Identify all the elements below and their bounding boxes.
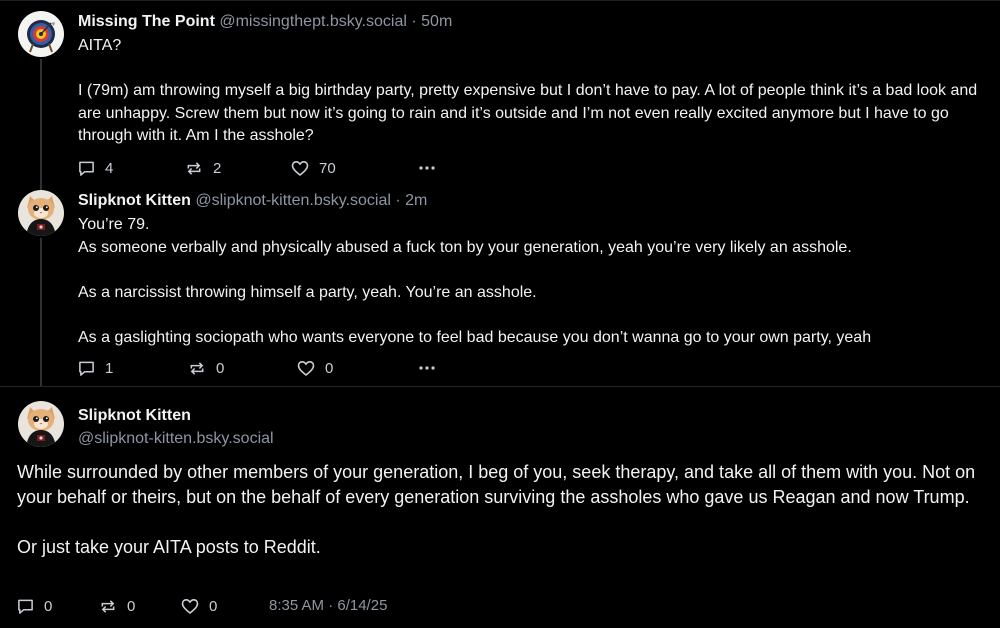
kitten-photo-icon bbox=[18, 401, 64, 447]
avatar-slipknot-kitten[interactable] bbox=[18, 401, 64, 447]
repost-button[interactable]: 0 bbox=[99, 596, 135, 616]
main-post-paragraph: While surrounded by other members of you… bbox=[17, 462, 976, 507]
thread-line bbox=[40, 59, 42, 190]
like-button[interactable]: 70 bbox=[291, 158, 336, 178]
thread-line bbox=[40, 238, 42, 386]
post-time[interactable]: 2m bbox=[405, 192, 427, 209]
reply-button[interactable]: 4 bbox=[78, 158, 113, 178]
repost-arrows-icon bbox=[187, 161, 201, 175]
avatar-missing-the-point[interactable] bbox=[18, 11, 64, 57]
top-divider bbox=[0, 0, 1000, 1]
speech-bubble-icon bbox=[18, 599, 33, 614]
heart-icon bbox=[291, 160, 309, 176]
post-body: You’re 79. As someone verbally and physi… bbox=[78, 214, 984, 349]
main-author-name[interactable]: Slipknot Kitten bbox=[78, 406, 191, 426]
reply-count: 0 bbox=[44, 597, 53, 615]
post-time[interactable]: 50m bbox=[421, 13, 452, 30]
archery-target-icon bbox=[18, 11, 64, 57]
author-handle[interactable]: @missingthept.bsky.social bbox=[219, 13, 407, 30]
like-button[interactable]: 0 bbox=[297, 358, 333, 378]
post-body: AITA? I (79m) am throwing myself a big b… bbox=[78, 35, 984, 148]
heart-icon bbox=[297, 360, 315, 376]
kitten-photo-icon bbox=[18, 190, 64, 236]
author-name[interactable]: Slipknot Kitten bbox=[78, 192, 191, 209]
post-paragraph: You’re 79. bbox=[78, 216, 150, 233]
post-paragraph: As a narcissist throwing himself a party… bbox=[78, 283, 537, 301]
ellipsis-icon bbox=[419, 166, 435, 170]
reply-button[interactable]: 1 bbox=[78, 358, 113, 378]
post-thread-view: Missing The Point @missingthept.bsky.soc… bbox=[0, 0, 1000, 628]
reply-count: 4 bbox=[105, 159, 114, 177]
thread-divider bbox=[0, 386, 1000, 387]
repost-arrows-icon bbox=[101, 599, 115, 613]
heart-icon bbox=[181, 598, 199, 614]
main-post-actions: 0 0 0 8:35 AM · 6/14/25 bbox=[17, 596, 985, 616]
post-paragraph: As a gaslighting sociopath who wants eve… bbox=[78, 328, 872, 346]
more-options-button[interactable] bbox=[419, 158, 435, 178]
avatar-slipknot-kitten[interactable] bbox=[18, 190, 64, 236]
separator: · bbox=[411, 13, 417, 30]
repost-arrows-icon bbox=[190, 361, 204, 375]
like-button[interactable]: 0 bbox=[181, 596, 217, 616]
like-count: 0 bbox=[325, 359, 334, 377]
more-options-button[interactable] bbox=[419, 358, 435, 378]
repost-count: 0 bbox=[127, 597, 136, 615]
repost-count: 2 bbox=[213, 159, 222, 177]
main-post-paragraph: Or just take your AITA posts to Reddit. bbox=[17, 537, 321, 557]
ellipsis-icon bbox=[419, 366, 435, 370]
post-header: Missing The Point @missingthept.bsky.soc… bbox=[78, 12, 452, 32]
author-handle[interactable]: @slipknot-kitten.bsky.social bbox=[195, 192, 391, 209]
post-actions: 1 0 0 bbox=[78, 358, 984, 378]
post-paragraph: I (79m) am throwing myself a big birthda… bbox=[78, 82, 978, 144]
post-timestamp[interactable]: 8:35 AM · 6/14/25 bbox=[269, 596, 387, 616]
main-post-body: While surrounded by other members of you… bbox=[17, 460, 985, 560]
separator: · bbox=[395, 192, 401, 209]
like-count: 0 bbox=[209, 597, 218, 615]
author-name[interactable]: Missing The Point bbox=[78, 13, 215, 30]
reply-count: 1 bbox=[105, 359, 114, 377]
main-author-handle[interactable]: @slipknot-kitten.bsky.social bbox=[78, 429, 274, 449]
repost-button[interactable]: 0 bbox=[188, 358, 224, 378]
reply-button[interactable]: 0 bbox=[17, 596, 52, 616]
post-paragraph: AITA? bbox=[78, 37, 122, 54]
post-actions: 4 2 70 bbox=[78, 158, 984, 178]
post-paragraph: As someone verbally and physically abuse… bbox=[78, 238, 852, 256]
speech-bubble-icon bbox=[79, 361, 94, 376]
post-header: Slipknot Kitten @slipknot-kitten.bsky.so… bbox=[78, 191, 427, 211]
repost-count: 0 bbox=[216, 359, 225, 377]
repost-button[interactable]: 2 bbox=[185, 158, 221, 178]
speech-bubble-icon bbox=[79, 161, 94, 176]
like-count: 70 bbox=[319, 159, 336, 177]
